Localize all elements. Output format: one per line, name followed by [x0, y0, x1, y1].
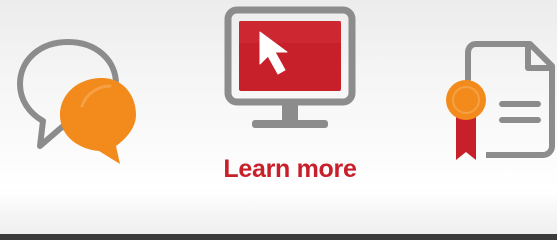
learn-more-banner[interactable]: Learn more: [0, 0, 557, 240]
certificate-ribbon-icon: [442, 38, 557, 178]
chat-bubbles-icon: [10, 28, 140, 178]
monitor-cursor-icon: [222, 6, 358, 154]
learn-more-link[interactable]: Learn more: [200, 149, 380, 189]
floor-reflection: [0, 194, 557, 234]
bottom-divider: [0, 234, 557, 240]
